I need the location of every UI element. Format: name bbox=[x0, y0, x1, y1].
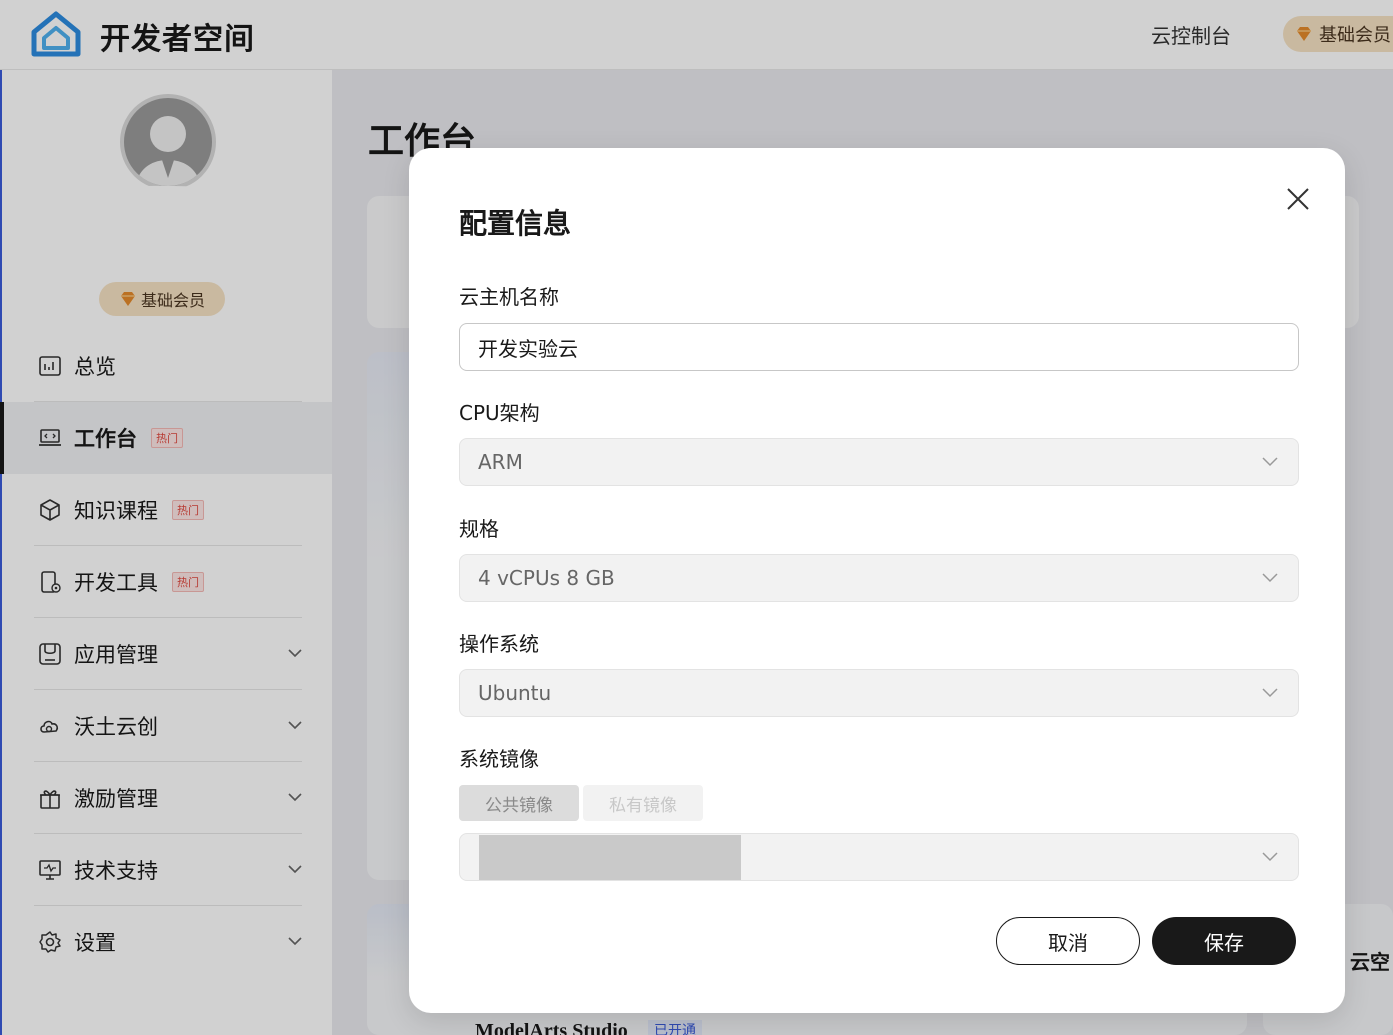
config-dialog: 配置信息 云主机名称 开发实验云 CPU架构 ARM 规格 4 vCPUs 8 … bbox=[409, 148, 1345, 1013]
chevron-down-icon bbox=[1262, 457, 1278, 467]
os-label: 操作系统 bbox=[459, 632, 539, 656]
chevron-down-icon bbox=[1262, 852, 1278, 862]
cancel-button[interactable]: 取消 bbox=[996, 917, 1140, 965]
cpu-arch-value: ARM bbox=[478, 450, 523, 474]
os-value: Ubuntu bbox=[478, 681, 552, 705]
chevron-down-icon bbox=[1262, 573, 1278, 583]
cpu-arch-select[interactable]: ARM bbox=[459, 438, 1299, 486]
tab-public-image[interactable]: 公共镜像 bbox=[459, 785, 579, 821]
spec-select[interactable]: 4 vCPUs 8 GB bbox=[459, 554, 1299, 602]
host-name-input[interactable]: 开发实验云 bbox=[459, 323, 1299, 371]
close-icon[interactable] bbox=[1285, 186, 1311, 212]
host-name-label: 云主机名称 bbox=[459, 285, 559, 309]
spec-value: 4 vCPUs 8 GB bbox=[478, 566, 615, 590]
image-select[interactable] bbox=[459, 833, 1299, 881]
image-label: 系统镜像 bbox=[459, 747, 539, 771]
host-name-value: 开发实验云 bbox=[478, 336, 578, 361]
dialog-title: 配置信息 bbox=[459, 207, 572, 240]
os-select[interactable]: Ubuntu bbox=[459, 669, 1299, 717]
cpu-arch-label: CPU架构 bbox=[459, 401, 540, 425]
image-value-redaction bbox=[479, 835, 741, 880]
spec-label: 规格 bbox=[459, 517, 499, 541]
chevron-down-icon bbox=[1262, 688, 1278, 698]
save-button[interactable]: 保存 bbox=[1152, 917, 1296, 965]
tab-private-image[interactable]: 私有镜像 bbox=[583, 785, 703, 821]
